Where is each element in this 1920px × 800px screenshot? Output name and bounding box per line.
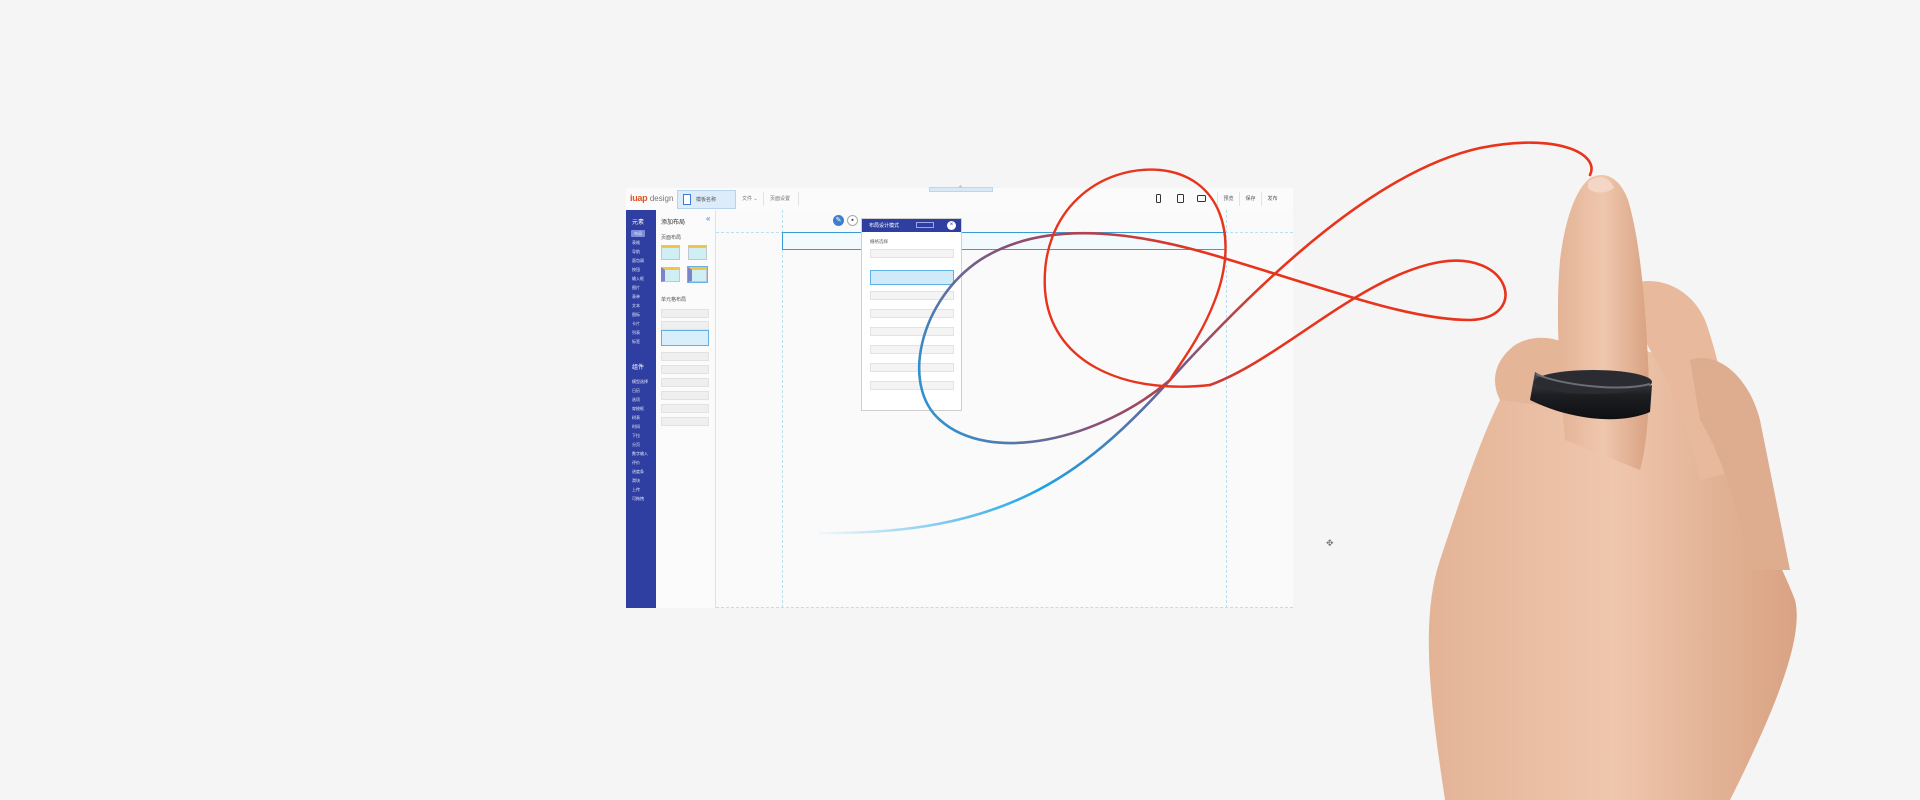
hand-illustration [1428,174,1797,800]
smart-ring [1534,370,1652,394]
hero-scene: iuap design 模板名称 文件 ⌄ 页面设置 ⌃ 预览 保存 发布 元素… [0,0,1920,800]
hand-index-finger [1557,174,1649,470]
